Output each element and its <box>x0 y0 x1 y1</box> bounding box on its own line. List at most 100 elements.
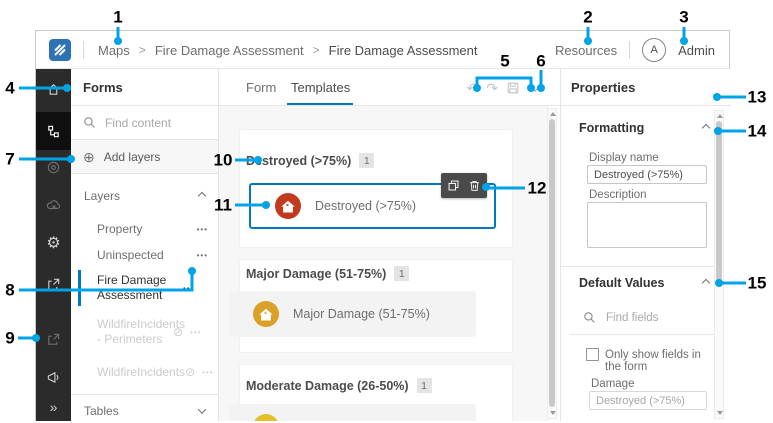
add-layers-button[interactable]: ⊕ Add layers <box>71 140 218 174</box>
callout-number-3: 3 <box>679 7 689 27</box>
template-card-moderate[interactable]: Moderate Damage (26-50%) <box>229 404 476 421</box>
layer-row-fire-damage-assessment[interactable]: Fire Damage Assessment ••• <box>71 268 218 308</box>
destroyed-template-icon <box>275 193 301 219</box>
template-card-label: Destroyed (>75%) <box>315 199 417 213</box>
form-editor-panel: Form Templates ↶ ↷ Destroyed (>75%) 1 De… <box>219 69 561 421</box>
overflow-menu-icon[interactable]: ••• <box>197 251 208 260</box>
layer-row-uninspected[interactable]: Uninspected ••• <box>71 242 218 268</box>
selected-layer-indicator <box>78 270 81 306</box>
template-group-label: Moderate Damage (26-50%) 1 <box>246 378 432 393</box>
layer-name: Property <box>97 221 143 236</box>
properties-scrollbar[interactable] <box>714 110 724 419</box>
properties-panel: Properties Formatting Display name Descr… <box>561 69 731 421</box>
geofences-nav-icon[interactable] <box>36 150 71 184</box>
scroll-up-arrow[interactable] <box>550 112 556 116</box>
overflow-menu-icon[interactable]: ••• <box>202 368 213 377</box>
tab-form[interactable]: Form <box>246 69 276 106</box>
left-nav-rail: ⚙ » <box>36 69 71 421</box>
overflow-menu-icon[interactable]: ••• <box>190 328 201 337</box>
breadcrumb-maps[interactable]: Maps <box>98 43 130 58</box>
annotated-screenshot: 1 2 3 4 5 6 7 8 9 10 11 12 13 14 15 Maps… <box>0 0 773 423</box>
offline-nav-icon[interactable] <box>36 188 71 222</box>
damage-field-label: Damage <box>591 378 635 390</box>
callout-number-7: 7 <box>5 149 15 169</box>
callout-number-15: 15 <box>747 273 767 293</box>
find-fields-input[interactable] <box>606 311 688 324</box>
delete-trash-icon[interactable] <box>468 179 481 192</box>
search-icon <box>584 312 595 323</box>
feedback-megaphone-icon[interactable] <box>36 360 71 394</box>
find-content-input[interactable] <box>105 115 195 130</box>
display-name-input[interactable] <box>587 165 707 184</box>
layer-name: WildfireIncidents <box>97 364 186 379</box>
overflow-menu-icon[interactable]: ••• <box>197 225 208 234</box>
template-group-label: Destroyed (>75%) 1 <box>246 153 375 168</box>
field-maps-logo-icon[interactable] <box>49 39 71 61</box>
tables-section-label: Tables <box>84 404 119 418</box>
formatting-section-header[interactable]: Formatting <box>579 121 711 135</box>
template-card-label: Major Damage (51-75%) <box>293 307 430 321</box>
breadcrumb-separator-icon: > <box>312 43 320 57</box>
major-damage-template-icon <box>253 301 279 327</box>
damage-field-input[interactable] <box>589 391 707 410</box>
expand-rail-icon[interactable]: » <box>36 390 71 423</box>
callout-number-14: 14 <box>747 121 767 141</box>
tables-section-header[interactable]: Tables <box>71 395 218 423</box>
layer-name: Uninspected <box>97 247 164 262</box>
overflow-menu-icon[interactable]: ••• <box>183 284 194 293</box>
section-divider <box>561 266 721 267</box>
default-values-section-label: Default Values <box>579 276 665 290</box>
layers-section-label: Layers <box>84 189 121 203</box>
scroll-up-arrow[interactable] <box>717 114 723 118</box>
forms-nav-icon[interactable] <box>36 114 71 148</box>
chevron-up-icon <box>701 123 711 133</box>
layer-name: Fire Damage Assessment <box>97 273 167 302</box>
header-divider <box>83 41 84 59</box>
scroll-down-arrow[interactable] <box>550 411 556 415</box>
template-card-major[interactable]: Major Damage (51-75%) <box>229 291 476 337</box>
scrollbar-thumb[interactable] <box>549 119 555 407</box>
user-name[interactable]: Admin <box>678 43 715 58</box>
template-count-badge: 1 <box>416 378 432 393</box>
undo-icon[interactable]: ↶ <box>467 81 479 95</box>
layer-row-wildfire-incidents[interactable]: WildfireIncidents ⊘ ••• <box>71 356 218 388</box>
app-window: Maps > Fire Damage Assessment > Fire Dam… <box>35 30 731 423</box>
save-dropdown-chevron-icon[interactable] <box>530 79 540 97</box>
duplicate-icon[interactable] <box>447 179 460 192</box>
default-values-section-header[interactable]: Default Values <box>579 276 711 290</box>
layer-row-property[interactable]: Property ••• <box>71 216 218 242</box>
editor-tab-bar: Form Templates ↶ ↷ <box>219 69 560 106</box>
app-settings-nav-icon[interactable]: ⚙ <box>36 227 71 261</box>
open-in-map-viewer-icon[interactable] <box>36 322 71 356</box>
header-divider <box>629 41 631 59</box>
callout-number-10: 10 <box>213 150 233 170</box>
sharing-nav-icon[interactable] <box>36 267 71 301</box>
tab-templates[interactable]: Templates <box>291 69 350 106</box>
description-textarea[interactable] <box>587 202 707 248</box>
find-fields-search[interactable] <box>583 311 688 324</box>
redo-icon[interactable]: ↷ <box>486 81 498 95</box>
find-content-search[interactable] <box>71 106 218 140</box>
scroll-down-arrow[interactable] <box>717 411 723 415</box>
callout-number-1: 1 <box>113 7 123 27</box>
save-icon[interactable] <box>506 81 520 95</box>
callout-number-11: 11 <box>214 195 232 215</box>
layers-section-header[interactable]: Layers <box>71 180 218 212</box>
template-count-badge: 1 <box>394 266 410 281</box>
template-count-badge: 1 <box>359 153 375 168</box>
scrollbar-thumb[interactable] <box>716 121 722 281</box>
formatting-section-label: Formatting <box>579 121 645 135</box>
properties-panel-title: Properties <box>561 69 731 106</box>
templates-scrollbar[interactable] <box>547 108 557 419</box>
callout-number-5: 5 <box>500 51 510 71</box>
resources-link[interactable]: Resources <box>555 43 617 58</box>
breadcrumb-map-name[interactable]: Fire Damage Assessment <box>155 43 304 58</box>
only-show-fields-checkbox[interactable] <box>586 348 599 361</box>
hidden-layer-icon: ⊘ <box>185 365 196 379</box>
overview-home-nav-icon[interactable] <box>36 72 71 106</box>
add-layers-label: Add layers <box>103 149 161 164</box>
active-tab-underline <box>287 103 353 105</box>
layer-row-wildfire-perimeters[interactable]: WildfireIncidents - Perimeters ⊘ ••• <box>71 312 218 352</box>
breadcrumb: Maps > Fire Damage Assessment > Fire Dam… <box>98 31 478 69</box>
user-avatar[interactable]: A <box>642 38 667 62</box>
